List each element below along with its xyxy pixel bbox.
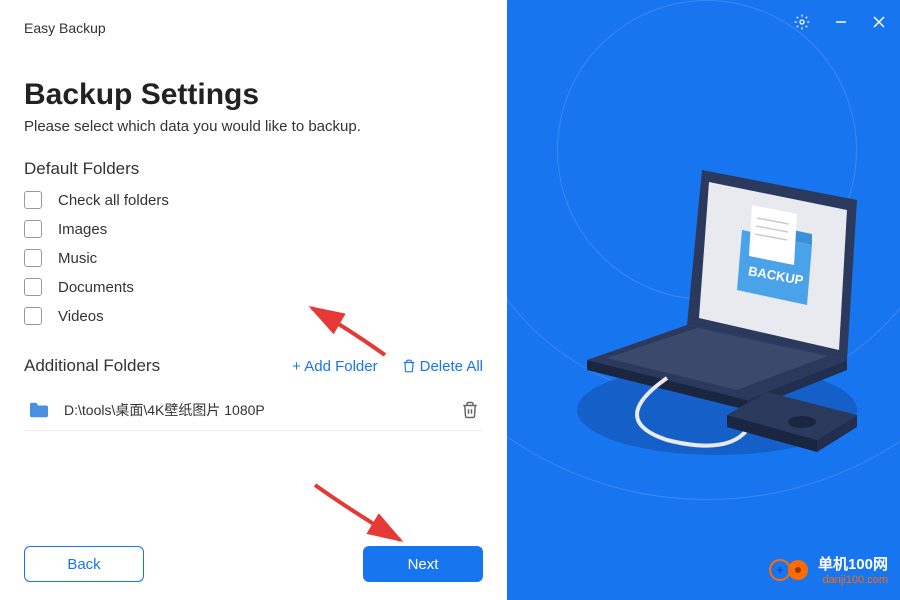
- delete-all-button[interactable]: Delete All: [402, 358, 483, 375]
- documents-checkbox[interactable]: [24, 278, 42, 296]
- folder-path: D:\tools\桌面\4K壁纸图片 1080P: [64, 400, 461, 420]
- trash-icon: [402, 359, 416, 373]
- music-checkbox[interactable]: [24, 249, 42, 267]
- watermark-sub: danji100.com: [818, 574, 888, 586]
- minimize-icon[interactable]: [834, 15, 848, 29]
- images-checkbox[interactable]: [24, 220, 42, 238]
- check-all-row: Check all folders: [24, 191, 483, 209]
- documents-row: Documents: [24, 278, 256, 296]
- app-title: Easy Backup: [24, 20, 483, 36]
- page-subtitle: Please select which data you would like …: [24, 118, 483, 135]
- watermark-logo-icon: +: [768, 558, 812, 582]
- right-panel: BACKUP + 单机100网 danji100.com: [507, 0, 900, 600]
- gear-icon[interactable]: [794, 14, 810, 30]
- images-label: Images: [58, 221, 107, 238]
- videos-checkbox[interactable]: [24, 307, 42, 325]
- videos-label: Videos: [58, 308, 104, 325]
- arrow-annotation-2: [310, 480, 410, 550]
- watermark-main: 单机100网: [818, 553, 888, 574]
- backup-illustration: BACKUP: [547, 130, 867, 470]
- music-row: Music: [24, 249, 256, 267]
- watermark: + 单机100网 danji100.com: [768, 553, 888, 586]
- additional-folders-title: Additional Folders: [24, 356, 160, 376]
- images-row: Images: [24, 220, 256, 238]
- next-button[interactable]: Next: [363, 546, 483, 582]
- left-panel: Easy Backup Backup Settings Please selec…: [0, 0, 507, 600]
- delete-folder-icon[interactable]: [461, 401, 479, 419]
- videos-row: Videos: [24, 307, 256, 325]
- folder-icon: [28, 401, 50, 419]
- default-folders-title: Default Folders: [24, 159, 483, 179]
- add-folder-button[interactable]: + Add Folder: [292, 358, 377, 375]
- close-icon[interactable]: [872, 15, 886, 29]
- check-all-checkbox[interactable]: [24, 191, 42, 209]
- svg-text:+: +: [776, 563, 783, 577]
- check-all-label: Check all folders: [58, 192, 169, 209]
- music-label: Music: [58, 250, 97, 267]
- documents-label: Documents: [58, 279, 134, 296]
- back-button[interactable]: Back: [24, 546, 144, 582]
- folder-row: D:\tools\桌面\4K壁纸图片 1080P: [24, 390, 483, 431]
- page-title: Backup Settings: [24, 78, 483, 112]
